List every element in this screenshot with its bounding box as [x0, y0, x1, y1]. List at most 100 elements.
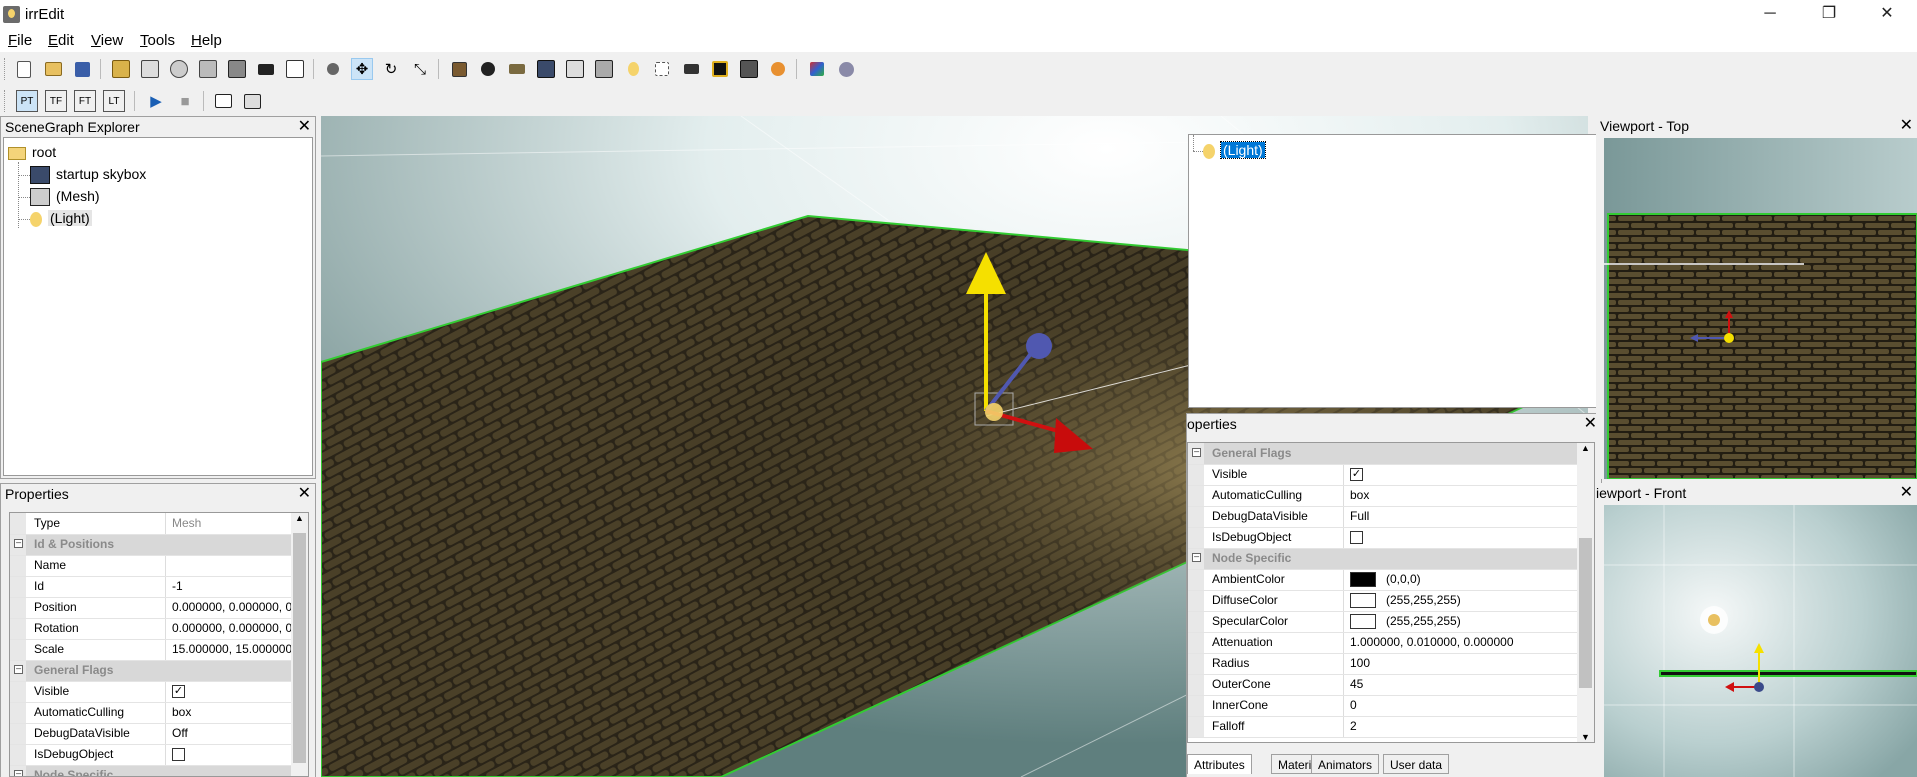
- tree-node-light[interactable]: (Light): [18, 208, 92, 228]
- close-icon[interactable]: ✕: [298, 117, 311, 137]
- tab-animators[interactable]: Animators: [1311, 754, 1380, 774]
- property-value[interactable]: 0.000000, 0.000000, 0.0: [172, 618, 308, 639]
- collapse-icon[interactable]: −: [14, 770, 23, 776]
- scrollbar[interactable]: ▲: [291, 513, 308, 776]
- stop-icon[interactable]: ■: [174, 90, 196, 112]
- close-icon[interactable]: ✕: [1900, 116, 1913, 136]
- property-value[interactable]: Off: [172, 723, 308, 744]
- open-file-icon[interactable]: [42, 58, 64, 80]
- property-row[interactable]: OuterCone 45: [1188, 674, 1594, 696]
- minimize-button[interactable]: ─: [1747, 0, 1793, 28]
- property-value[interactable]: box: [1350, 485, 1594, 506]
- property-row[interactable]: IsDebugObject: [1188, 527, 1594, 549]
- checkbox[interactable]: ✓: [1350, 468, 1363, 482]
- collapse-icon[interactable]: −: [14, 665, 23, 675]
- collapse-icon[interactable]: −: [14, 539, 23, 549]
- open-folder-icon[interactable]: [110, 58, 132, 80]
- add-skybox-icon[interactable]: [535, 58, 557, 80]
- property-row[interactable]: DebugDataVisible Off: [10, 723, 308, 745]
- menu-tools[interactable]: Tools: [140, 32, 175, 49]
- property-category[interactable]: − General Flags: [1188, 443, 1594, 465]
- left-view-button[interactable]: LT: [103, 90, 125, 112]
- property-value[interactable]: (255,255,255): [1350, 611, 1594, 632]
- property-row[interactable]: Position 0.000000, 0.000000, 0.0: [10, 597, 308, 619]
- viewport-top[interactable]: [1604, 138, 1917, 479]
- property-row[interactable]: DebugDataVisible Full: [1188, 506, 1594, 528]
- select-tool-icon[interactable]: [322, 58, 344, 80]
- property-row[interactable]: DiffuseColor (255,255,255): [1188, 590, 1594, 612]
- property-value[interactable]: Full: [1350, 506, 1594, 527]
- checkbox[interactable]: ✓: [172, 685, 185, 699]
- tree-node-skybox[interactable]: startup skybox: [18, 164, 146, 185]
- menu-view[interactable]: View: [91, 32, 123, 49]
- rotate-tool-icon[interactable]: ↻: [380, 58, 402, 80]
- material-icon[interactable]: [806, 58, 828, 80]
- save-icon[interactable]: [71, 58, 93, 80]
- tab-attributes[interactable]: Attributes: [1187, 754, 1252, 774]
- property-row[interactable]: IsDebugObject: [10, 744, 308, 766]
- property-row[interactable]: Radius 100: [1188, 653, 1594, 675]
- menu-help[interactable]: Help: [191, 32, 222, 49]
- property-value[interactable]: ✓: [172, 681, 308, 702]
- property-row[interactable]: Attenuation 1.000000, 0.010000, 0.000000: [1188, 632, 1594, 654]
- property-row[interactable]: AutomaticCulling box: [10, 702, 308, 724]
- collapse-icon[interactable]: −: [1192, 553, 1201, 563]
- checkbox[interactable]: [172, 748, 185, 762]
- property-row[interactable]: AmbientColor (0,0,0): [1188, 569, 1594, 591]
- property-row[interactable]: AutomaticCulling box: [1188, 485, 1594, 507]
- screenshot-icon[interactable]: [226, 58, 248, 80]
- front-view-button[interactable]: FT: [74, 90, 96, 112]
- property-value[interactable]: 100: [1350, 653, 1594, 674]
- color-swatch[interactable]: [1350, 593, 1376, 609]
- checkbox[interactable]: [1350, 531, 1363, 545]
- tab-user-data[interactable]: User data: [1383, 754, 1450, 774]
- property-value[interactable]: 15.000000, 15.000000,: [172, 639, 308, 660]
- add-sphere-icon[interactable]: [477, 58, 499, 80]
- tree-node-root[interactable]: root: [8, 142, 56, 162]
- property-row[interactable]: Id -1: [10, 576, 308, 598]
- color-swatch[interactable]: [1350, 572, 1376, 588]
- close-icon[interactable]: ✕: [1584, 414, 1597, 434]
- add-terrain-icon[interactable]: [506, 58, 528, 80]
- close-button[interactable]: ✕: [1864, 0, 1910, 28]
- add-billboard-icon[interactable]: [651, 58, 673, 80]
- new-file-icon[interactable]: [13, 58, 35, 80]
- add-light-icon[interactable]: [622, 58, 644, 80]
- scrollbar[interactable]: ▲ ▼: [1577, 443, 1594, 742]
- play-icon[interactable]: ▶: [145, 90, 167, 112]
- toolbar-grip[interactable]: [4, 90, 8, 112]
- property-value[interactable]: 2: [1350, 716, 1594, 737]
- add-camera-icon[interactable]: [680, 58, 702, 80]
- property-row[interactable]: InnerCone 0: [1188, 695, 1594, 717]
- property-row[interactable]: Scale 15.000000, 15.000000,: [10, 639, 308, 661]
- scale-tool-icon[interactable]: ⤡: [409, 58, 431, 80]
- toolbar-grip[interactable]: [4, 58, 8, 80]
- color-swatch[interactable]: [1350, 614, 1376, 630]
- property-row[interactable]: Type Mesh: [10, 513, 308, 535]
- close-icon[interactable]: ✕: [1900, 483, 1913, 503]
- close-icon[interactable]: ✕: [298, 484, 311, 504]
- property-row[interactable]: Falloff 2: [1188, 716, 1594, 738]
- property-value[interactable]: 0.000000, 0.000000, 0.0: [172, 597, 308, 618]
- move-tool-icon[interactable]: ✥: [351, 58, 373, 80]
- property-value[interactable]: (255,255,255): [1350, 590, 1594, 611]
- tree-node-mesh[interactable]: (Mesh): [18, 186, 100, 207]
- add-cube-icon[interactable]: [448, 58, 470, 80]
- collapse-icon[interactable]: −: [1192, 448, 1201, 458]
- property-row[interactable]: Visible ✓: [1188, 464, 1594, 486]
- tree-node-light[interactable]: (Light): [1193, 140, 1266, 160]
- property-value[interactable]: ✓: [1350, 464, 1594, 485]
- property-row[interactable]: Visible ✓: [10, 681, 308, 703]
- monitor-icon[interactable]: [255, 58, 277, 80]
- property-value[interactable]: 0: [1350, 695, 1594, 716]
- perspective-view-button[interactable]: PT: [16, 90, 38, 112]
- property-value[interactable]: Mesh: [172, 513, 308, 534]
- panel-icon[interactable]: [197, 58, 219, 80]
- property-category[interactable]: − General Flags: [10, 660, 308, 682]
- menu-file[interactable]: File: [8, 32, 32, 49]
- property-value[interactable]: 1.000000, 0.010000, 0.000000: [1350, 632, 1594, 653]
- add-mesh-icon[interactable]: [564, 58, 586, 80]
- refresh-view-icon[interactable]: [168, 58, 190, 80]
- add-octree-icon[interactable]: [593, 58, 615, 80]
- top-view-button[interactable]: TF: [45, 90, 67, 112]
